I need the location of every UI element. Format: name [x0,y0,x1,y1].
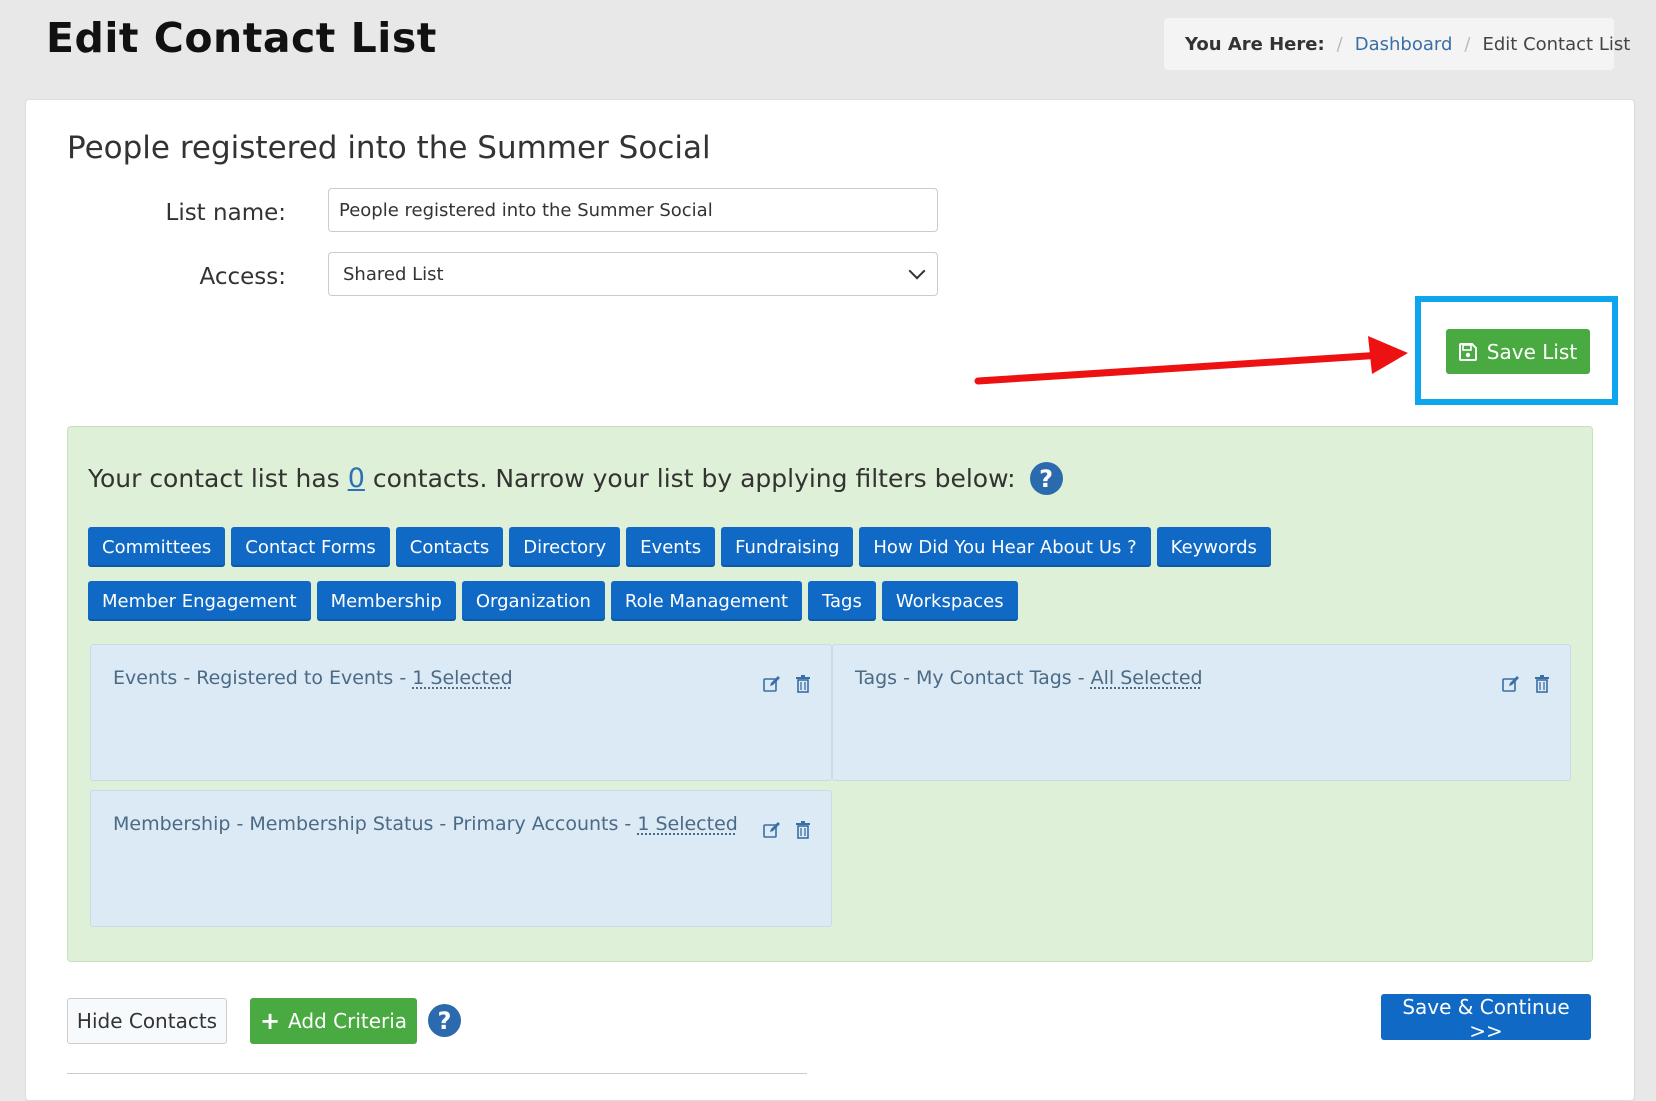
filter-committees-button[interactable]: Committees [88,527,226,567]
breadcrumb: You Are Here: / Dashboard / Edit Contact… [1164,18,1630,70]
contact-count-link[interactable]: 0 [348,463,365,494]
criteria-box: Tags - My Contact Tags - All Selected [832,644,1571,781]
breadcrumb-label: You Are Here: [1185,33,1325,55]
access-select-value: Shared List [343,263,444,285]
access-select[interactable]: Shared List [328,252,938,296]
add-criteria-label: Add Criteria [288,1009,408,1033]
criteria-actions [763,821,813,839]
divider [67,1073,807,1074]
list-name-label: List name: [165,200,287,226]
annotation-arrow [974,336,1408,385]
page-title: Edit Contact List [46,14,437,62]
footer-help: ? [428,1004,461,1037]
edit-icon[interactable] [763,821,781,839]
save-list-button[interactable]: Save List [1446,329,1590,374]
save-continue-button[interactable]: Save & Continue >> [1381,994,1591,1043]
edit-icon[interactable] [1502,675,1520,693]
filter-workspaces-button[interactable]: Workspaces [881,581,1018,621]
criteria-selection-link[interactable]: 1 Selected [412,667,513,689]
criteria-description: Events - Registered to Events - [113,667,413,689]
floppy-disk-icon [1458,342,1477,361]
list-heading: People registered into the Summer Social [67,130,711,166]
save-list-label: Save List [1486,339,1578,364]
criteria-selection-link[interactable]: All Selected [1091,667,1203,689]
trash-icon[interactable] [1534,675,1552,693]
filter-directory-button[interactable]: Directory [509,527,621,567]
filter-tags-button[interactable]: Tags [808,581,876,621]
filter-member-engagement-button[interactable]: Member Engagement [88,581,311,621]
filter-how-did-you-hear-button[interactable]: How Did You Hear About Us ? [859,527,1151,567]
criteria-selection-link[interactable]: 1 Selected [637,813,738,835]
criteria-text: Events - Registered to Events - 1 Select… [113,667,513,689]
criteria-box: Membership - Membership Status - Primary… [90,790,832,927]
count-suffix: contacts. Narrow your list by applying f… [372,464,1016,493]
breadcrumb-current: Edit Contact List [1482,33,1631,55]
contact-count-line: Your contact list has 0 contacts. Narrow… [88,462,1063,495]
breadcrumb-separator: / [1464,33,1471,55]
filter-organization-button[interactable]: Organization [461,581,605,621]
filter-membership-button[interactable]: Membership [316,581,456,621]
criteria-actions [1502,675,1552,693]
breadcrumb-dashboard-link[interactable]: Dashboard [1355,34,1453,55]
hide-contacts-button[interactable]: Hide Contacts [67,998,227,1044]
trash-icon[interactable] [795,821,813,839]
filter-keywords-button[interactable]: Keywords [1156,527,1271,567]
add-criteria-button[interactable]: + Add Criteria [250,998,417,1044]
filter-role-management-button[interactable]: Role Management [610,581,803,621]
help-icon[interactable]: ? [1029,462,1063,495]
breadcrumb-separator: / [1336,33,1343,55]
criteria-description: Tags - My Contact Tags - [855,667,1091,689]
access-label: Access: [199,264,287,290]
count-prefix: Your contact list has [88,464,340,493]
criteria-text: Membership - Membership Status - Primary… [113,813,738,835]
filter-category-buttons: Committees Contact Forms Contacts Direct… [88,527,1488,621]
plus-icon: + [259,1007,281,1035]
filter-contacts-button[interactable]: Contacts [395,527,504,567]
chevron-down-icon [908,262,926,280]
filter-fundraising-button[interactable]: Fundraising [721,527,854,567]
help-icon[interactable]: ? [428,1004,461,1037]
criteria-actions [763,675,813,693]
trash-icon[interactable] [795,675,813,693]
criteria-description: Membership - Membership Status - Primary… [113,813,638,835]
list-name-input[interactable] [328,188,938,232]
criteria-box: Events - Registered to Events - 1 Select… [90,644,832,781]
filter-events-button[interactable]: Events [626,527,716,567]
filter-contact-forms-button[interactable]: Contact Forms [231,527,390,567]
edit-icon[interactable] [763,675,781,693]
criteria-text: Tags - My Contact Tags - All Selected [855,667,1203,689]
